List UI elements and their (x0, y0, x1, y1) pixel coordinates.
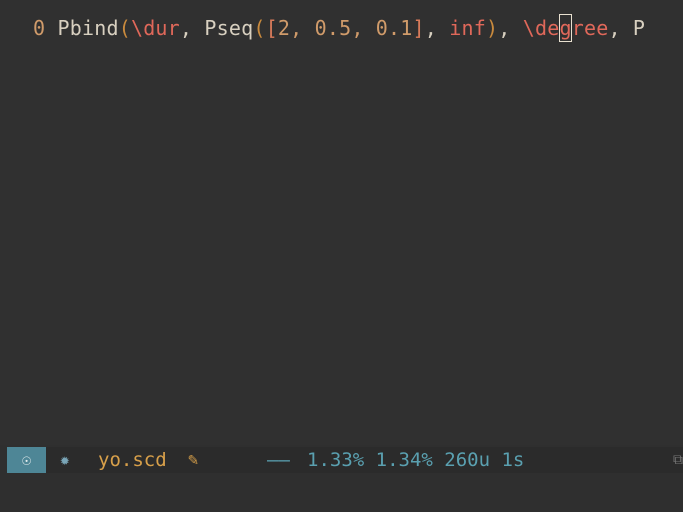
token-trailing: , P (608, 16, 646, 40)
token-paren-close: ) (486, 16, 499, 40)
token-pbind: Pbind (45, 16, 119, 40)
token-symbol-degree-b: ree (571, 16, 609, 40)
token-inf: inf (449, 16, 486, 40)
pencil-icon: ✎ (188, 450, 199, 470)
token-bracket-open: [ (265, 16, 278, 40)
code-line[interactable]: 0 Pbind(\dur, Pseq([2, 0.5, 0.1], inf), … (33, 14, 645, 42)
token-symbol-dur: \dur (130, 16, 180, 40)
token-comma: , (424, 16, 450, 40)
minibuffer[interactable] (0, 473, 683, 512)
separator-line: —— (267, 449, 290, 471)
token-pseq: , Pseq (179, 16, 254, 40)
token-paren-open: ( (118, 16, 131, 40)
editor-pane[interactable]: 0 Pbind(\dur, Pseq([2, 0.5, 0.1], inf), … (0, 0, 683, 445)
token-comma-2: , (498, 16, 523, 40)
token-symbol-degree-a: \de (522, 16, 560, 40)
mode-line: ☉ ✹ yo.scd ✎ —— 1.33% 1.34% 260u 1s ⧉ (7, 447, 683, 473)
window-icon[interactable]: ⧉ (673, 447, 683, 473)
token-paren-open-2: ( (253, 16, 266, 40)
gear-icon[interactable]: ✹ (60, 447, 70, 473)
text-cursor: g (559, 14, 572, 42)
line-number: 0 (33, 16, 46, 40)
token-array-values: 2, 0.5, 0.1 (277, 16, 413, 40)
buffer-filename[interactable]: yo.scd (98, 447, 167, 473)
server-stats: 1.33% 1.34% 260u 1s (307, 449, 525, 471)
evil-state-icon[interactable]: ☉ (7, 447, 46, 473)
token-bracket-close: ] (412, 16, 425, 40)
